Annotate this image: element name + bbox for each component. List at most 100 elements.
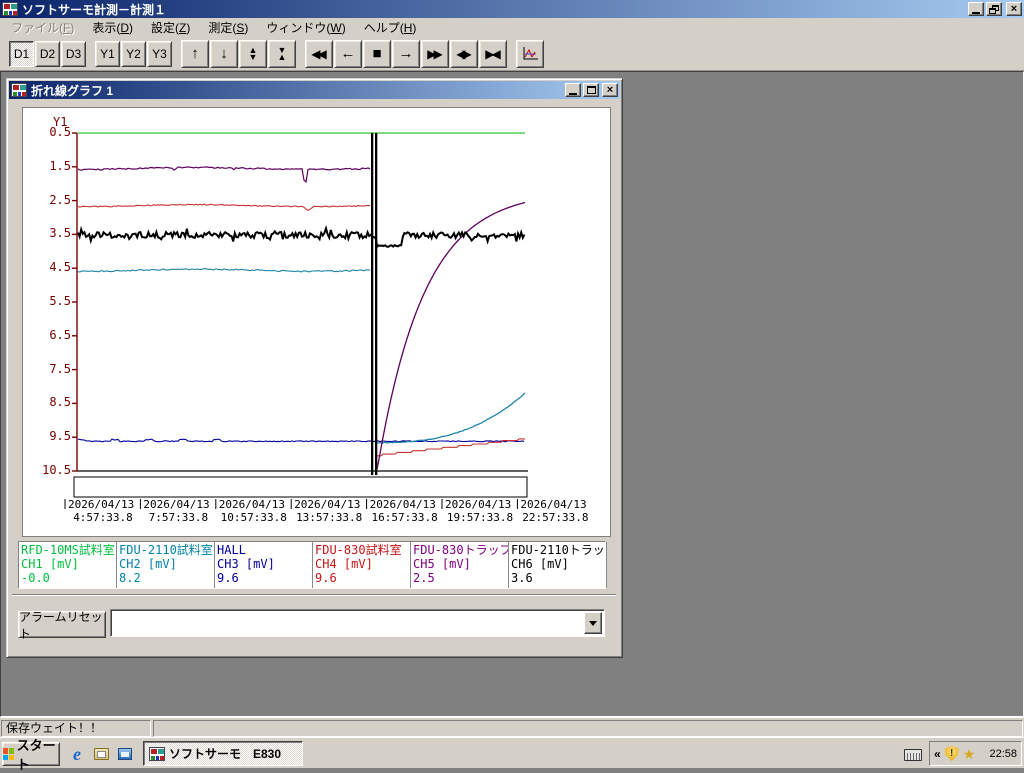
close-icon: × <box>606 83 614 96</box>
alarm-combobox[interactable] <box>110 609 605 637</box>
series-CH4-pre <box>77 203 371 212</box>
x-tick-time: 10:57:33.8 <box>220 511 287 524</box>
security-shield-icon[interactable]: ! <box>944 746 959 761</box>
tray-chevron-icon[interactable]: « <box>934 747 941 761</box>
chart-panel: Y1 0.5 1.5 2.5 3.5 4.5 5.5 6.5 7.5 8.5 9.5 10.5 202… <box>22 107 611 537</box>
close-button[interactable]: × <box>1006 2 1022 16</box>
legend-channel-id: CH3 [mV] <box>217 557 275 571</box>
pan-up-button[interactable]: ↑ <box>181 39 209 68</box>
y-tick-label: 8.5 <box>49 395 71 410</box>
task-button-label: ソフトサーモ E830 <box>169 747 282 761</box>
show-desktop-icon[interactable] <box>90 743 112 765</box>
x-tick-date: 2026/04/13 <box>218 498 286 511</box>
x-tick-time: 13:57:33.8 <box>296 511 363 524</box>
compress-horizontal-icon: ▶◀ <box>485 46 501 61</box>
minimize-icon <box>972 11 980 14</box>
pan-right-button[interactable]: → <box>392 39 420 68</box>
series-CH6 <box>77 225 526 249</box>
up-arrow-icon: ↑ <box>191 45 199 62</box>
toggle-button-d1[interactable]: D1 <box>9 40 34 67</box>
star-icon[interactable]: ★ <box>963 747 976 761</box>
graph-window-icon <box>11 83 27 97</box>
legend-channel-name: FDU-2110試料室 <box>119 543 213 557</box>
menu-item-5[interactable]: ヘルプ(H) <box>355 17 426 38</box>
alarm-strip <box>73 476 528 498</box>
expand-vertical-icon: ▲ ▼ <box>248 44 258 62</box>
legend-channel-value: 9.6 <box>315 571 337 585</box>
legend-channel-name: RFD-10MS試料室 <box>21 543 115 557</box>
menu-item-3[interactable]: 測定(S) <box>199 17 257 38</box>
chevron-down-icon <box>589 620 597 626</box>
taskbar-clock: 22:58 <box>989 747 1017 760</box>
x-tick-time: 22:57:33.8 <box>522 511 589 524</box>
legend-cell-CH3: HALL CH3 [mV] 9.6 <box>215 542 313 588</box>
compress-horizontal-button[interactable]: ▶◀ <box>479 39 507 68</box>
maximize-icon <box>586 86 596 94</box>
legend-channel-value: 9.6 <box>217 571 239 585</box>
y-tick-label: 2.5 <box>49 192 71 207</box>
outlook-express-icon[interactable] <box>114 743 136 765</box>
event-marker-bar <box>371 133 374 476</box>
compress-vertical-button[interactable]: ▼ ▲ <box>268 39 296 68</box>
menu-bar: ファイル(F) 表示(D) 設定(Z) 測定(S) ウィンドウ(W) ヘルプ(H) <box>0 18 1024 37</box>
compress-vertical-icon: ▼ ▲ <box>277 44 287 62</box>
divider <box>12 594 616 596</box>
legend-channel-name: FDU-2110トラップ <box>511 543 607 557</box>
legend-cell-CH5: FDU-830トラップ CH5 [mV] 2.5 <box>411 542 509 588</box>
fast-forward-icon: ▶▶ <box>427 46 443 61</box>
legend-cell-CH2: FDU-2110試料室 CH2 [mV] 8.2 <box>117 542 215 588</box>
legend-cell-CH1: RFD-10MS試料室 CH1 [mV] -0.0 <box>19 542 117 588</box>
stop-icon: ■ <box>372 45 382 62</box>
y-tick-label: 1.5 <box>49 158 71 173</box>
y-tick-label: 9.5 <box>49 429 71 444</box>
x-tick-date: 2026/04/13 <box>445 498 512 511</box>
main-window-title: ソフトサーモ計測－計測１ <box>22 2 167 17</box>
stop-button[interactable]: ■ <box>363 39 391 68</box>
series-CH2-post <box>376 392 526 444</box>
fast-forward-button[interactable]: ▶▶ <box>421 39 449 68</box>
legend-cell-CH4: FDU-830試料室 CH4 [mV] 9.6 <box>313 542 411 588</box>
graph-close-button[interactable]: × <box>602 83 618 97</box>
keyboard-layout-icon[interactable] <box>904 749 922 761</box>
internet-explorer-icon[interactable]: e <box>66 743 88 765</box>
mdi-client-area: 折れ線グラフ 1 × Y1 0.5 1.5 2.5 3.5 4.5 5.5 6.5 7.5 8.… <box>0 71 1024 717</box>
system-tray: « ! ★ 22:58 <box>929 741 1022 766</box>
chart-icon <box>523 47 538 60</box>
start-button[interactable]: スタート <box>2 738 60 772</box>
expand-horizontal-button[interactable]: ◀▶ <box>450 39 478 68</box>
pan-down-button[interactable]: ↓ <box>210 39 238 68</box>
main-titlebar[interactable]: ソフトサーモ計測－計測１ × <box>0 0 1024 18</box>
main-window-controls: × <box>966 2 1024 16</box>
toggle-button-y2[interactable]: Y2 <box>121 40 146 67</box>
menu-item-1[interactable]: 表示(D) <box>83 17 142 38</box>
pan-left-button[interactable]: ← <box>334 39 362 68</box>
alarm-reset-button[interactable]: アラームリセット <box>18 610 106 641</box>
y-tick-label: 5.5 <box>49 294 71 308</box>
taskbar-task-button[interactable]: ソフトサーモ E830 <box>143 741 303 766</box>
graph-window-titlebar[interactable]: 折れ線グラフ 1 × <box>9 81 620 99</box>
menu-item-2[interactable]: 設定(Z) <box>142 17 199 38</box>
graph-settings-button[interactable] <box>516 39 544 68</box>
fast-rewind-button[interactable]: ◀◀ <box>305 39 333 68</box>
app-icon <box>2 2 18 16</box>
alarm-combobox-dropdown-button[interactable] <box>584 612 602 634</box>
x-tick-date: 2026/04/13 <box>520 498 587 511</box>
status-bar: 保存ウェイト！！ <box>0 717 1024 737</box>
menu-item-0[interactable]: ファイル(F) <box>2 17 83 38</box>
menu-item-4[interactable]: ウィンドウ(W) <box>257 17 354 38</box>
graph-window-title: 折れ線グラフ 1 <box>31 83 114 98</box>
toggle-button-d2[interactable]: D2 <box>35 40 60 67</box>
legend-channel-value: 2.5 <box>413 571 435 585</box>
toggle-button-y3[interactable]: Y3 <box>147 40 172 67</box>
restore-button[interactable] <box>986 2 1002 16</box>
toolbar: D1 D2 D3 Y1 Y2 Y3 ↑ ↓ ▲ ▼ ▼ ▲ ◀◀ ← ■ → ▶▶ ◀▶ ▶◀ <box>0 37 1024 71</box>
graph-minimize-button[interactable] <box>565 83 581 97</box>
expand-vertical-button[interactable]: ▲ ▼ <box>239 39 267 68</box>
minimize-button[interactable] <box>968 2 984 16</box>
toggle-button-d3[interactable]: D3 <box>61 40 86 67</box>
graph-maximize-button[interactable] <box>583 83 599 97</box>
x-tick-date: 2026/04/13 <box>68 498 135 511</box>
legend-channel-id: CH2 [mV] <box>119 557 177 571</box>
toggle-button-y1[interactable]: Y1 <box>95 40 120 67</box>
x-tick-date: 2026/04/13 <box>143 498 210 511</box>
